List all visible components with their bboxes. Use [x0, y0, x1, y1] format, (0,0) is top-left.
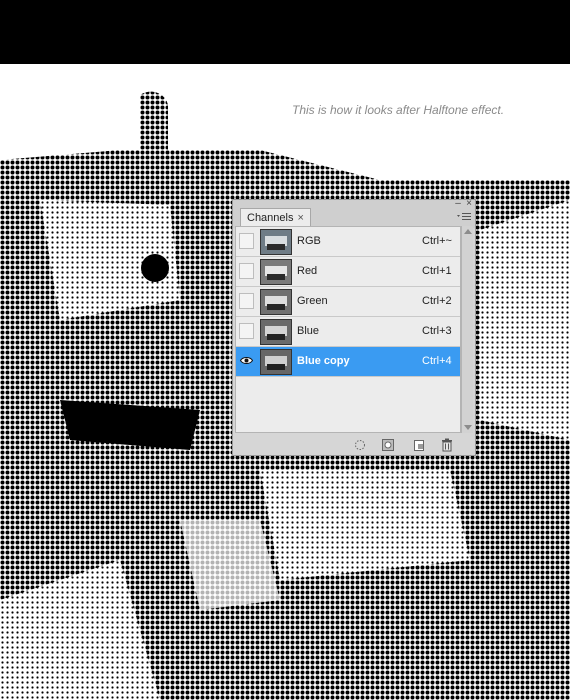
channel-name: RGB [297, 235, 321, 247]
channel-shortcut: Ctrl+4 [422, 355, 452, 367]
new-channel-icon[interactable] [412, 438, 426, 452]
tab-row: Channels × [233, 208, 475, 228]
channel-row-blue[interactable]: Blue Ctrl+3 [236, 317, 460, 347]
channel-thumbnail [260, 289, 292, 315]
tab-label: Channels [247, 212, 294, 224]
channel-shortcut: Ctrl+3 [422, 325, 452, 337]
eye-icon [240, 357, 253, 364]
channel-name: Blue copy [297, 355, 350, 367]
channel-list: RGB Ctrl+~ Red Ctrl+1 Green Ctrl+2 Blue [235, 226, 461, 433]
scrollbar[interactable] [461, 226, 473, 433]
scroll-down-icon[interactable] [464, 425, 472, 430]
channel-shortcut: Ctrl+1 [422, 265, 452, 277]
channel-name: Green [297, 295, 328, 307]
channels-panel: – × Channels × RGB Ctrl+~ Red Ctrl+1 Gre… [232, 199, 476, 456]
channel-row-blue-copy[interactable]: Blue copy Ctrl+4 [236, 347, 460, 377]
channel-thumbnail [260, 349, 292, 375]
channel-name: Blue [297, 325, 320, 337]
save-selection-icon[interactable] [381, 438, 395, 452]
visibility-toggle[interactable] [239, 263, 254, 279]
channel-row-red[interactable]: Red Ctrl+1 [236, 257, 460, 287]
channel-shortcut: Ctrl+2 [422, 295, 452, 307]
panel-footer [233, 435, 475, 455]
trash-icon[interactable] [440, 438, 454, 452]
panel-menu-icon[interactable] [457, 212, 471, 225]
channel-row-green[interactable]: Green Ctrl+2 [236, 287, 460, 317]
visibility-toggle[interactable] [239, 353, 254, 369]
channel-thumbnail [260, 319, 292, 345]
channel-thumbnail [260, 229, 292, 255]
visibility-toggle[interactable] [239, 293, 254, 309]
load-selection-icon[interactable] [353, 438, 367, 452]
channel-shortcut: Ctrl+~ [422, 235, 452, 247]
tab-channels[interactable]: Channels × [240, 208, 311, 228]
caption-text: This is how it looks after Halftone effe… [292, 103, 505, 117]
tab-close-icon[interactable]: × [297, 212, 303, 224]
scroll-up-icon[interactable] [464, 229, 472, 234]
visibility-toggle[interactable] [239, 323, 254, 339]
channel-name: Red [297, 265, 318, 277]
channel-thumbnail [260, 259, 292, 285]
channel-row-rgb[interactable]: RGB Ctrl+~ [236, 227, 460, 257]
visibility-toggle[interactable] [239, 233, 254, 249]
